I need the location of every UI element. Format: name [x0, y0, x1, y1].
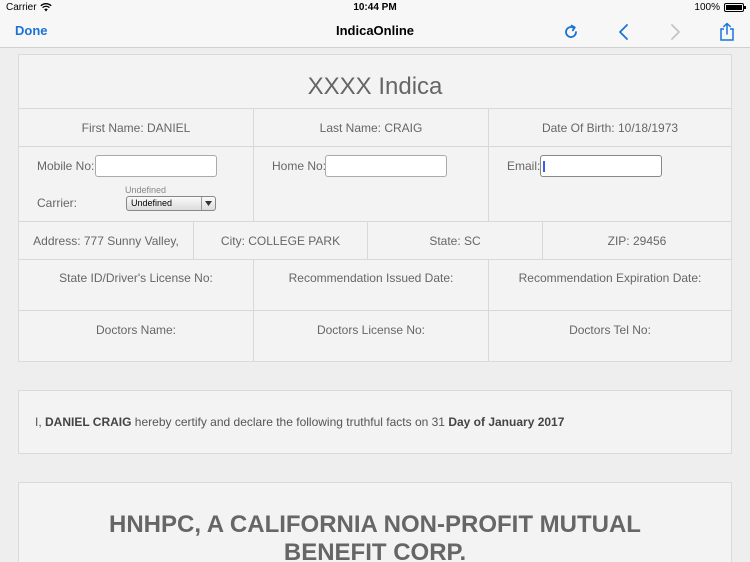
share-icon[interactable] [716, 21, 738, 43]
home-phone-cell: Home No: [254, 147, 489, 221]
dob-cell: Date Of Birth: 10/18/1973 [541, 120, 679, 135]
name-row: First Name: DANIEL Last Name: CRAIG Date… [19, 109, 731, 147]
home-label: Home No: [272, 159, 327, 173]
contact-row: Mobile No: Undefined Carrier: Undefined … [19, 147, 731, 222]
nav-title: IndicaOnline [335, 23, 414, 38]
status-time: 10:44 PM [353, 2, 397, 13]
dropdown-arrow-icon [201, 197, 215, 210]
corporation-title: HNHPC, A CALIFORNIA NON-PROFIT MUTUAL BE… [109, 511, 641, 562]
license-row: State ID/Driver's License No: Recommenda… [19, 260, 731, 311]
email-input[interactable] [540, 155, 662, 177]
status-bar: Carrier 10:44 PM 100% [0, 0, 750, 16]
certification-card: I, DANIEL CRAIG hereby certify and decla… [18, 390, 732, 454]
address-row: Address: 777 Sunny Valley, City: COLLEGE… [19, 222, 731, 260]
doctors-license-cell: Doctors License No: [254, 311, 489, 361]
doctor-row: Doctors Name: Doctors License No: Doctor… [19, 311, 731, 361]
page-content: XXXX Indica First Name: DANIEL Last Name… [18, 54, 732, 562]
doctors-name-cell: Doctors Name: [19, 311, 254, 361]
doctors-tel-label: Doctors Tel No: [569, 323, 651, 337]
first-name-cell: First Name: DANIEL [19, 109, 254, 146]
battery-icon [724, 3, 746, 12]
form-title: XXXX Indica [19, 55, 731, 109]
certification-date: Day of January 2017 [448, 415, 565, 429]
mobile-input[interactable] [95, 155, 217, 177]
certifier-name: DANIEL CRAIG [45, 415, 132, 429]
carrier-label: Carrier: [37, 196, 78, 210]
navigation-bar: Done IndicaOnline [0, 16, 750, 48]
patient-form-card: XXXX Indica First Name: DANIEL Last Name… [18, 54, 732, 362]
carrier-select-value: Undefined [131, 198, 173, 208]
carrier-select[interactable]: Undefined [126, 196, 216, 211]
text-caret [543, 161, 545, 172]
rec-expiration-cell: Recommendation Expiration Date: [489, 260, 731, 310]
zip-cell: ZIP: 29456 [607, 233, 667, 248]
city-cell: City: COLLEGE PARK [194, 222, 368, 259]
address-cell: Address: 777 Sunny Valley, [19, 222, 194, 259]
email-cell: Email: [489, 147, 731, 221]
reload-icon[interactable] [560, 21, 582, 43]
last-name-cell: Last Name: CRAIG [254, 109, 489, 146]
mobile-label: Mobile No: [37, 159, 95, 173]
carrier-hint: Undefined [125, 185, 167, 195]
state-id-label: State ID/Driver's License No: [59, 271, 213, 285]
rec-issued-label: Recommendation Issued Date: [288, 271, 454, 285]
doctors-license-label: Doctors License No: [316, 323, 426, 337]
back-icon[interactable] [613, 21, 635, 43]
doctors-name-label: Doctors Name: [95, 323, 177, 337]
corporation-card: HNHPC, A CALIFORNIA NON-PROFIT MUTUAL BE… [18, 482, 732, 562]
battery-percent: 100% [694, 2, 720, 13]
certification-text: I, DANIEL CRAIG hereby certify and decla… [35, 415, 565, 429]
forward-icon[interactable] [664, 21, 686, 43]
rec-issued-cell: Recommendation Issued Date: [254, 260, 489, 310]
mobile-carrier-cell: Mobile No: Undefined Carrier: Undefined [19, 147, 254, 221]
battery-indicator: 100% [694, 2, 746, 13]
state-cell: State: SC [368, 222, 543, 259]
home-input[interactable] [325, 155, 447, 177]
state-id-cell: State ID/Driver's License No: [19, 260, 254, 310]
rec-expiration-label: Recommendation Expiration Date: [518, 271, 702, 285]
email-label: Email: [507, 159, 541, 173]
doctors-tel-cell: Doctors Tel No: [489, 311, 731, 361]
